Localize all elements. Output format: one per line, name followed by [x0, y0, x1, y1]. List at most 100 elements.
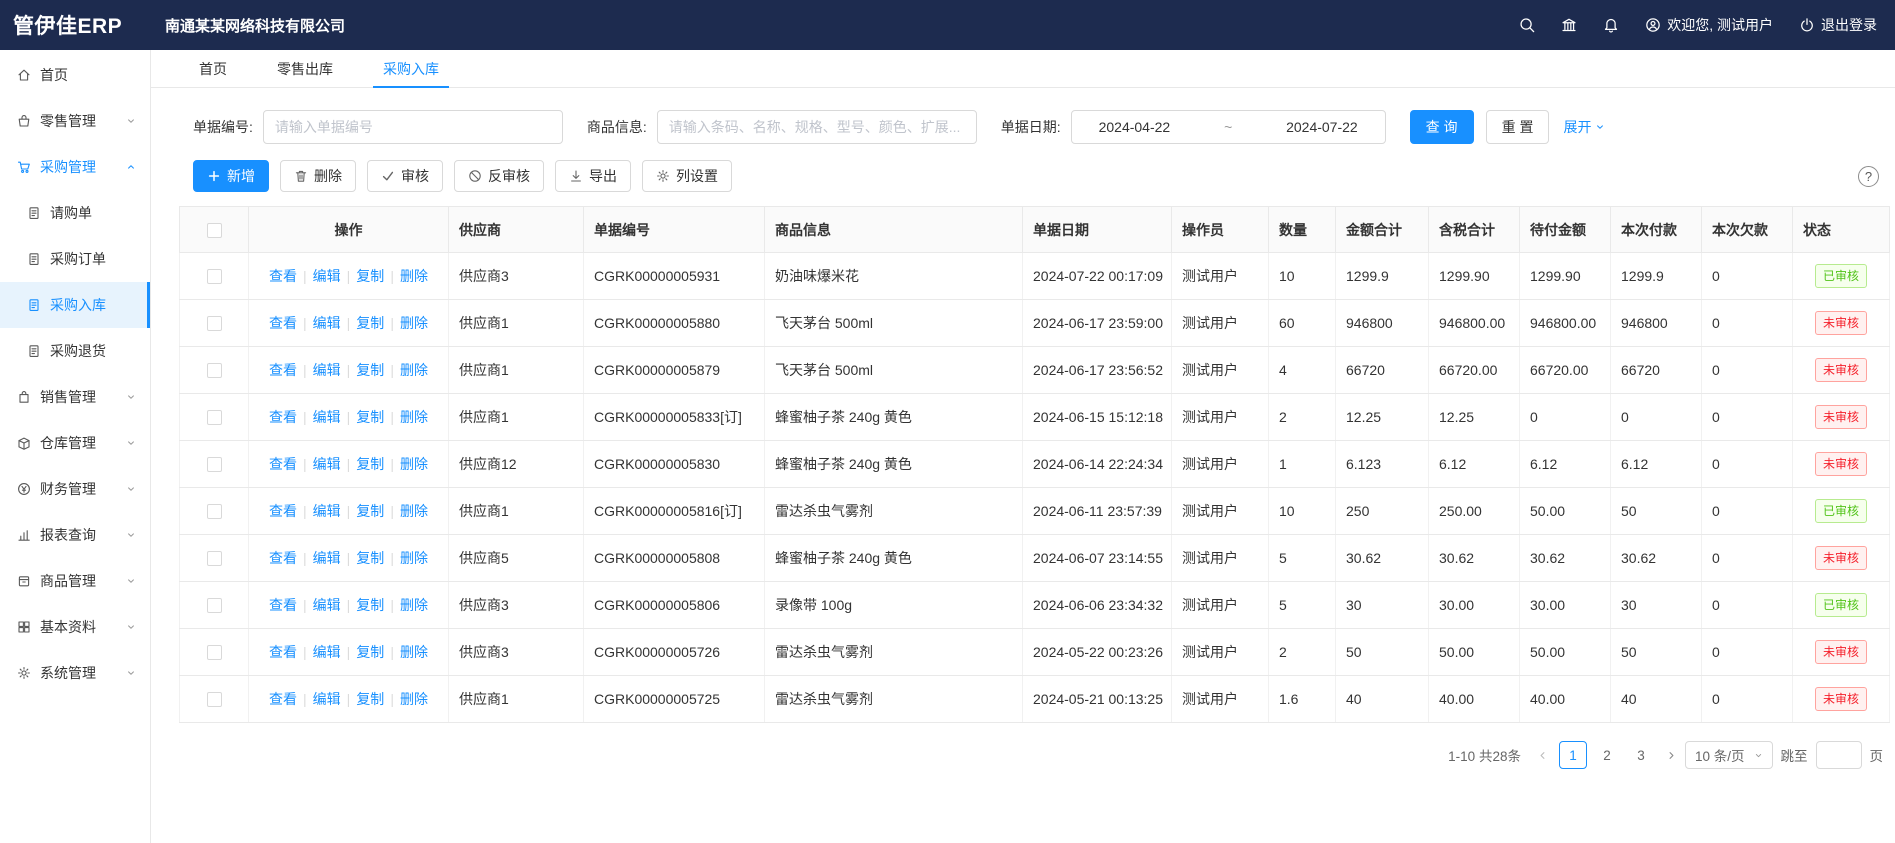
sidebar-subitem-3-4[interactable]: 采购退货 — [0, 328, 150, 374]
row-checkbox[interactable] — [207, 692, 222, 707]
op-delete-link[interactable]: 删除 — [400, 691, 428, 707]
date-from-value[interactable]: 2024-04-22 — [1099, 119, 1171, 135]
tab-2[interactable]: 零售出库 — [255, 50, 355, 87]
date-range-picker[interactable]: 2024-04-22 ~ 2024-07-22 — [1071, 110, 1386, 144]
cell-operator: 测试用户 — [1172, 535, 1269, 582]
sidebar-item-5[interactable]: 仓库管理 — [0, 420, 150, 466]
reset-button[interactable]: 重 置 — [1486, 110, 1550, 144]
sidebar-item-7[interactable]: 报表查询 — [0, 512, 150, 558]
row-checkbox[interactable] — [207, 645, 222, 660]
op-edit-link[interactable]: 编辑 — [313, 550, 341, 566]
op-delete-link[interactable]: 删除 — [400, 456, 428, 472]
bill-no-input[interactable] — [263, 110, 563, 144]
doc-icon — [27, 206, 41, 220]
page-button-2[interactable]: 2 — [1593, 741, 1621, 769]
op-view-link[interactable]: 查看 — [269, 691, 297, 707]
row-checkbox[interactable] — [207, 504, 222, 519]
row-checkbox[interactable] — [207, 269, 222, 284]
column-header-6: 操作员 — [1172, 207, 1269, 253]
page-size-select[interactable]: 10 条/页 — [1685, 741, 1773, 769]
row-checkbox[interactable] — [207, 316, 222, 331]
toolbar-button-5[interactable]: 导出 — [555, 160, 631, 192]
toolbar-button-6[interactable]: 列设置 — [642, 160, 732, 192]
op-delete-link[interactable]: 删除 — [400, 315, 428, 331]
row-checkbox[interactable] — [207, 410, 222, 425]
op-copy-link[interactable]: 复制 — [356, 456, 384, 472]
row-checkbox[interactable] — [207, 363, 222, 378]
op-view-link[interactable]: 查看 — [269, 362, 297, 378]
sidebar-item-9[interactable]: 基本资料 — [0, 604, 150, 650]
op-edit-link[interactable]: 编辑 — [313, 409, 341, 425]
sidebar-item-6[interactable]: 财务管理 — [0, 466, 150, 512]
jump-page-input[interactable] — [1816, 741, 1862, 769]
select-all-checkbox[interactable] — [207, 223, 222, 238]
sidebar-subitem-3-1[interactable]: 请购单 — [0, 190, 150, 236]
op-edit-link[interactable]: 编辑 — [313, 597, 341, 613]
bell-icon[interactable] — [1603, 17, 1619, 33]
op-edit-link[interactable]: 编辑 — [313, 315, 341, 331]
op-delete-link[interactable]: 删除 — [400, 644, 428, 660]
expand-link[interactable]: 展开 — [1563, 117, 1605, 137]
bank-icon[interactable] — [1561, 17, 1577, 33]
op-copy-link[interactable]: 复制 — [356, 315, 384, 331]
op-delete-link[interactable]: 删除 — [400, 597, 428, 613]
page-button-1[interactable]: 1 — [1559, 741, 1587, 769]
sidebar-item-8[interactable]: 商品管理 — [0, 558, 150, 604]
tab-1[interactable]: 首页 — [177, 50, 249, 87]
op-delete-link[interactable]: 删除 — [400, 409, 428, 425]
goods-input[interactable] — [657, 110, 977, 144]
date-to-value[interactable]: 2024-07-22 — [1286, 119, 1358, 135]
row-checkbox[interactable] — [207, 551, 222, 566]
toolbar-button-4[interactable]: 反审核 — [454, 160, 544, 192]
op-view-link[interactable]: 查看 — [269, 409, 297, 425]
toolbar-button-2[interactable]: 删除 — [280, 160, 356, 192]
welcome-user[interactable]: 欢迎您, 测试用户 — [1645, 15, 1773, 35]
tab-3[interactable]: 采购入库 — [361, 50, 461, 87]
help-icon[interactable]: ? — [1858, 166, 1879, 187]
page-button-3[interactable]: 3 — [1627, 741, 1655, 769]
search-button[interactable]: 查 询 — [1410, 110, 1474, 144]
sidebar-item-3[interactable]: 采购管理 — [0, 144, 150, 190]
sidebar-item-10[interactable]: 系统管理 — [0, 650, 150, 696]
op-edit-link[interactable]: 编辑 — [313, 644, 341, 660]
sidebar-item-2[interactable]: 零售管理 — [0, 98, 150, 144]
toolbar-button-1[interactable]: 新增 — [193, 160, 269, 192]
op-view-link[interactable]: 查看 — [269, 268, 297, 284]
op-view-link[interactable]: 查看 — [269, 597, 297, 613]
sidebar-subitem-3-3[interactable]: 采购入库 — [0, 282, 150, 328]
op-edit-link[interactable]: 编辑 — [313, 691, 341, 707]
op-delete-link[interactable]: 删除 — [400, 268, 428, 284]
op-delete-link[interactable]: 删除 — [400, 362, 428, 378]
logout-button[interactable]: 退出登录 — [1799, 15, 1877, 35]
op-copy-link[interactable]: 复制 — [356, 691, 384, 707]
sidebar-subitem-3-2[interactable]: 采购订单 — [0, 236, 150, 282]
toolbar-button-3[interactable]: 审核 — [367, 160, 443, 192]
op-edit-link[interactable]: 编辑 — [313, 362, 341, 378]
op-edit-link[interactable]: 编辑 — [313, 503, 341, 519]
row-checkbox[interactable] — [207, 598, 222, 613]
op-view-link[interactable]: 查看 — [269, 644, 297, 660]
sidebar-item-1[interactable]: 首页 — [0, 52, 150, 98]
next-page-button[interactable] — [1666, 750, 1677, 761]
op-copy-link[interactable]: 复制 — [356, 268, 384, 284]
op-copy-link[interactable]: 复制 — [356, 597, 384, 613]
op-view-link[interactable]: 查看 — [269, 456, 297, 472]
row-checkbox[interactable] — [207, 457, 222, 472]
op-edit-link[interactable]: 编辑 — [313, 268, 341, 284]
op-view-link[interactable]: 查看 — [269, 315, 297, 331]
op-edit-link[interactable]: 编辑 — [313, 456, 341, 472]
cell-operator: 测试用户 — [1172, 676, 1269, 723]
op-copy-link[interactable]: 复制 — [356, 362, 384, 378]
op-copy-link[interactable]: 复制 — [356, 550, 384, 566]
op-delete-link[interactable]: 删除 — [400, 550, 428, 566]
op-copy-link[interactable]: 复制 — [356, 503, 384, 519]
sidebar-item-4[interactable]: 销售管理 — [0, 374, 150, 420]
search-icon[interactable] — [1519, 17, 1535, 33]
op-copy-link[interactable]: 复制 — [356, 409, 384, 425]
op-view-link[interactable]: 查看 — [269, 503, 297, 519]
prev-page-button[interactable] — [1537, 750, 1548, 761]
op-delete-link[interactable]: 删除 — [400, 503, 428, 519]
op-copy-link[interactable]: 复制 — [356, 644, 384, 660]
op-view-link[interactable]: 查看 — [269, 550, 297, 566]
app-logo[interactable]: 管伊佳ERP — [0, 10, 151, 40]
